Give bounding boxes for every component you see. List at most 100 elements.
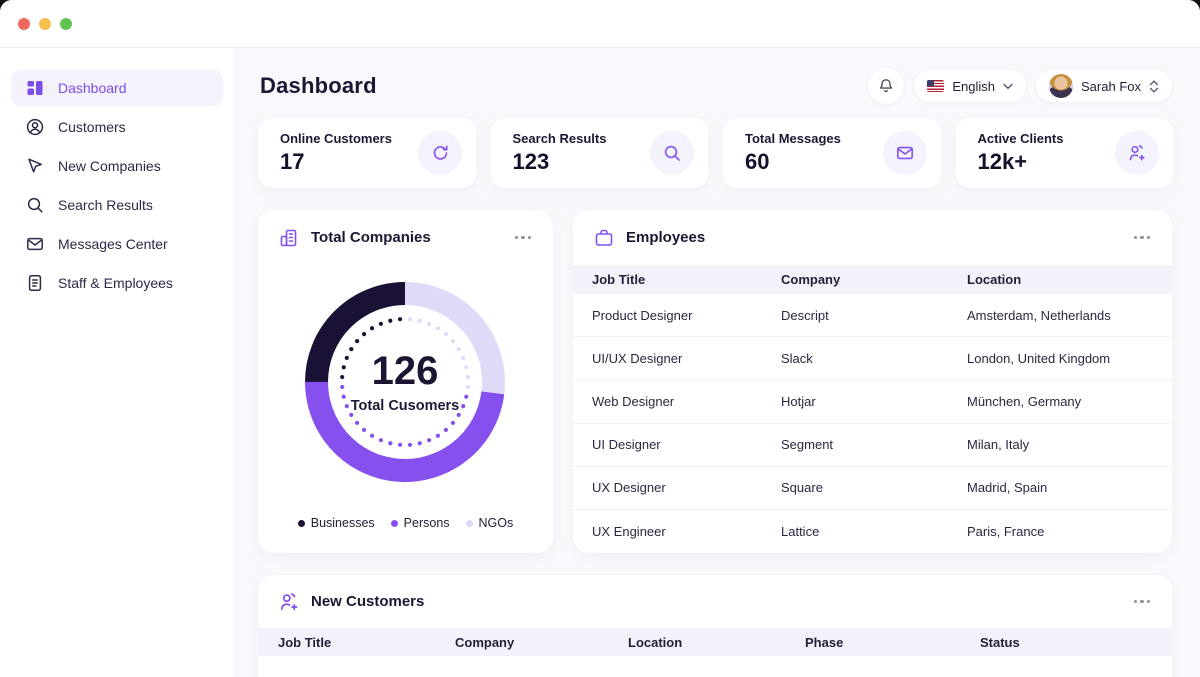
new-customers-card: New Customers Job Title Company Location… [258, 575, 1172, 677]
legend-item: NGOs [466, 516, 514, 530]
legend-dot [466, 520, 473, 527]
card-header: Total Companies [258, 210, 553, 265]
employees-card: Employees Job Title Company Location Pro… [573, 210, 1172, 553]
sidebar-item-label: New Companies [58, 158, 161, 174]
cell-company: Lattice [781, 524, 967, 539]
total-companies-card: Total Companies 126 Total Cusomers Busin… [258, 210, 553, 553]
cell-company: Square [781, 480, 967, 495]
stat-card-active-clients: Active Clients 12k+ [956, 118, 1174, 188]
column-header: Job Title [278, 635, 455, 650]
language-label: English [952, 79, 995, 94]
card-header: New Customers [258, 575, 1172, 628]
window-titlebar [0, 0, 1200, 48]
column-header: Phase [805, 635, 980, 650]
more-menu[interactable] [513, 230, 534, 246]
more-menu[interactable] [1132, 594, 1153, 610]
legend-item: Businesses [298, 516, 375, 530]
cell-location: München, Germany [967, 394, 1172, 409]
stats-row: Online Customers 17 Search Results 123 [258, 118, 1173, 188]
card-title: Total Companies [311, 229, 431, 246]
companies-donut-chart: 126 Total Cusomers [305, 282, 505, 482]
main-content: Dashboard English Sarah [234, 48, 1200, 677]
cursor-icon [25, 156, 45, 176]
table-row: Web Designer Hotjar München, Germany [573, 380, 1172, 423]
table-row: UI Designer Segment Milan, Italy [573, 424, 1172, 467]
maximize-window-button[interactable] [60, 18, 72, 30]
sidebar-item-label: Search Results [58, 197, 153, 213]
card-title: New Customers [311, 593, 424, 610]
legend-label: Businesses [311, 516, 375, 530]
language-selector[interactable]: English [914, 70, 1026, 102]
chevron-up-down-icon [1149, 80, 1159, 93]
cell-location: Madrid, Spain [967, 480, 1172, 495]
cell-job-title: UX Engineer [592, 524, 781, 539]
new-customers-table-header: Job Title Company Location Phase Status [258, 628, 1172, 656]
column-header: Company [781, 272, 967, 287]
bell-icon [877, 77, 895, 95]
building-icon [278, 227, 300, 249]
card-title: Employees [626, 229, 705, 246]
cell-job-title: UI Designer [592, 437, 781, 452]
cell-company: Hotjar [781, 394, 967, 409]
table-row: UX Engineer Lattice Paris, France [573, 510, 1172, 553]
cell-job-title: Product Designer [592, 308, 781, 323]
cell-location: Paris, France [967, 524, 1172, 539]
sidebar-item-label: Dashboard [58, 80, 127, 96]
donut-chart-svg [305, 282, 505, 482]
legend-item: Persons [391, 516, 450, 530]
sidebar: Dashboard Customers New Companies Search… [0, 48, 234, 677]
sidebar-item-search-results[interactable]: Search Results [11, 187, 223, 223]
user-menu[interactable]: Sarah Fox [1036, 70, 1172, 102]
avatar [1049, 74, 1073, 98]
employees-table-header: Job Title Company Location [573, 265, 1172, 294]
card-header: Employees [573, 210, 1172, 265]
app-window: Dashboard Customers New Companies Search… [0, 0, 1200, 677]
table-row: UX Designer Square Madrid, Spain [573, 467, 1172, 510]
window-controls [18, 18, 72, 30]
sidebar-item-label: Customers [58, 119, 126, 135]
employees-table-body: Product Designer Descript Amsterdam, Net… [573, 294, 1172, 553]
sidebar-item-new-companies[interactable]: New Companies [11, 148, 223, 184]
table-row: Product Designer Descript Amsterdam, Net… [573, 294, 1172, 337]
mail-icon [883, 131, 927, 175]
stat-card-online-customers: Online Customers 17 [258, 118, 476, 188]
search-icon [25, 195, 45, 215]
sidebar-item-label: Staff & Employees [58, 275, 173, 291]
notifications-button[interactable] [868, 68, 904, 104]
user-plus-icon [1115, 131, 1159, 175]
column-header: Job Title [592, 272, 781, 287]
header-controls: English Sarah Fox [868, 68, 1172, 104]
briefcase-icon [593, 227, 615, 249]
user-plus-icon [278, 591, 300, 613]
legend-label: NGOs [479, 516, 514, 530]
cell-job-title: UX Designer [592, 480, 781, 495]
cell-job-title: UI/UX Designer [592, 351, 781, 366]
stat-card-total-messages: Total Messages 60 [723, 118, 941, 188]
close-window-button[interactable] [18, 18, 30, 30]
us-flag-icon [927, 80, 944, 92]
minimize-window-button[interactable] [39, 18, 51, 30]
cell-location: London, United Kingdom [967, 351, 1172, 366]
cell-company: Slack [781, 351, 967, 366]
page-header: Dashboard English Sarah [260, 64, 1172, 108]
legend-dot [298, 520, 305, 527]
cell-job-title: Web Designer [592, 394, 781, 409]
sidebar-item-messages-center[interactable]: Messages Center [11, 226, 223, 262]
column-header: Company [455, 635, 628, 650]
sidebar-item-customers[interactable]: Customers [11, 109, 223, 145]
legend-dot [391, 520, 398, 527]
more-menu[interactable] [1132, 230, 1153, 246]
column-header: Status [980, 635, 1172, 650]
search-icon [650, 131, 694, 175]
sidebar-item-staff-employees[interactable]: Staff & Employees [11, 265, 223, 301]
refresh-icon [418, 131, 462, 175]
document-icon [25, 273, 45, 293]
cell-company: Segment [781, 437, 967, 452]
sidebar-item-dashboard[interactable]: Dashboard [11, 70, 223, 106]
table-row: UI/UX Designer Slack London, United King… [573, 337, 1172, 380]
column-header: Location [967, 272, 1172, 287]
dashboard-icon [25, 78, 45, 98]
column-header: Location [628, 635, 805, 650]
user-circle-icon [25, 117, 45, 137]
page-title: Dashboard [260, 73, 377, 99]
